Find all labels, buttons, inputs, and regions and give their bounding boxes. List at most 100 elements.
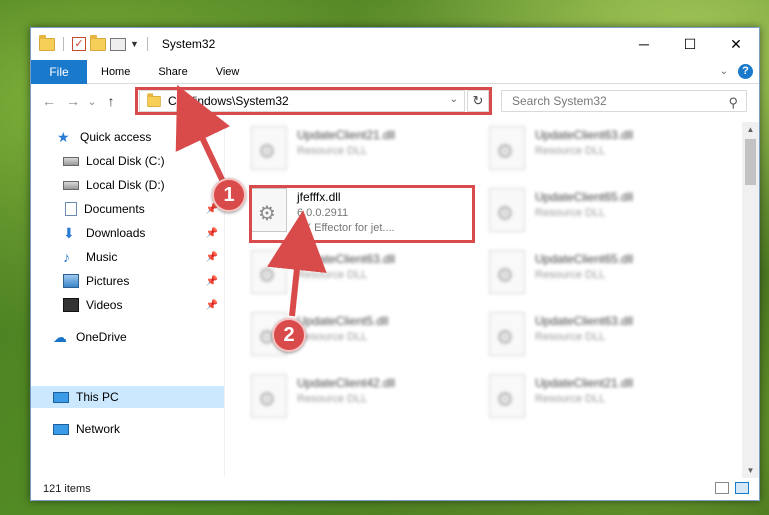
view-toggle — [715, 482, 749, 494]
step-2-badge: 2 — [272, 318, 306, 352]
file-item[interactable]: UpdateClient21.dll Resource DLL — [231, 122, 451, 178]
file-highlight-box — [249, 185, 475, 243]
pictures-icon — [63, 274, 79, 288]
sidebar-item-quick-access[interactable]: ★ Quick access — [31, 126, 224, 148]
file-name: UpdateClient42.dll — [297, 376, 396, 390]
file-name: UpdateClient21.dll — [297, 128, 396, 142]
dll-file-icon — [489, 188, 525, 232]
sidebar-item-onedrive[interactable]: ☁ OneDrive — [31, 326, 224, 348]
music-icon: ♪ — [63, 249, 70, 265]
title-bar: ✓ ▼ System32 ─ ☐ ✕ — [31, 28, 759, 60]
file-name: UpdateClient63.dll — [297, 252, 396, 266]
this-pc-icon — [53, 391, 69, 403]
file-name: UpdateClient5.dll — [297, 314, 389, 328]
close-button[interactable]: ✕ — [713, 28, 759, 60]
quick-access-toolbar: ✓ ▼ — [31, 34, 152, 51]
file-item[interactable]: UpdateClient63.dll Resource DLL — [469, 122, 689, 178]
scroll-up-icon[interactable]: ▲ — [742, 125, 759, 134]
back-button[interactable]: ← — [37, 93, 61, 109]
file-item[interactable]: UpdateClient42.dll Resource DLL — [231, 370, 451, 426]
sidebar-item-label: Pictures — [86, 274, 130, 288]
properties-check-icon[interactable]: ✓ — [72, 37, 86, 51]
network-icon — [53, 423, 69, 435]
sidebar-item-pictures[interactable]: Pictures 📌 — [31, 270, 224, 292]
tab-share[interactable]: Share — [144, 60, 201, 84]
minimize-button[interactable]: ─ — [621, 28, 667, 60]
sidebar-item-downloads[interactable]: ⬇ Downloads 📌 — [31, 222, 224, 244]
dll-file-icon — [251, 374, 287, 418]
sidebar-item-local-disk-d[interactable]: Local Disk (D:) — [31, 174, 224, 196]
file-type: Resource DLL — [535, 269, 606, 281]
file-item[interactable]: UpdateClient63.dll Resource DLL — [231, 246, 451, 302]
large-icons-view-icon[interactable] — [735, 482, 749, 494]
sidebar-item-label: Music — [86, 250, 118, 264]
downloads-icon: ⬇ — [63, 225, 75, 241]
scrollbar-thumb[interactable] — [745, 139, 756, 185]
file-type: Resource DLL — [297, 145, 368, 157]
search-input[interactable]: Search System32 ⚲ — [501, 90, 747, 112]
recent-locations-button[interactable]: ⌄ — [85, 95, 99, 108]
sidebar-item-label: Local Disk (C:) — [86, 154, 165, 168]
customize-icon[interactable] — [110, 37, 126, 51]
scroll-down-icon[interactable]: ▼ — [742, 466, 759, 475]
navigation-bar: ← → ⌄ ↑ C:\Windows\System32 ⌄ ↻ Search S… — [31, 84, 759, 118]
file-type: Resource DLL — [297, 393, 368, 405]
step-1-badge: 1 — [212, 178, 246, 212]
pin-icon: 📌 — [205, 275, 218, 287]
onedrive-icon: ☁ — [53, 329, 67, 345]
qat-dropdown-icon[interactable]: ▼ — [130, 39, 139, 49]
expand-ribbon-icon[interactable]: ⌄ — [720, 66, 728, 77]
file-item[interactable]: UpdateClient63.dll Resource DLL — [469, 308, 689, 364]
file-type: Resource DLL — [297, 331, 368, 343]
file-name: UpdateClient63.dll — [535, 128, 634, 142]
sidebar-item-label: Downloads — [86, 226, 146, 240]
file-type: Resource DLL — [535, 145, 606, 157]
pin-icon: 📌 — [205, 299, 218, 311]
sidebar-item-label: Local Disk (D:) — [86, 178, 165, 192]
dll-file-icon — [489, 126, 525, 170]
file-item[interactable]: UpdateClient65.dll Resource DLL — [469, 246, 689, 302]
file-list: UpdateClient21.dll Resource DLL jfefffx.… — [231, 122, 739, 478]
videos-icon — [63, 298, 79, 312]
maximize-button[interactable]: ☐ — [667, 28, 713, 60]
tab-home[interactable]: Home — [87, 60, 144, 84]
sidebar-item-label: Videos — [86, 298, 123, 312]
dll-file-icon — [489, 374, 525, 418]
navigation-pane: ★ Quick access Local Disk (C:) Local Dis… — [31, 122, 225, 477]
item-count: 121 items — [43, 483, 91, 495]
file-item[interactable]: UpdateClient5.dll Resource DLL — [231, 308, 451, 364]
window-controls: ─ ☐ ✕ — [621, 28, 759, 60]
sidebar-item-this-pc[interactable]: This PC — [31, 386, 224, 408]
help-icon[interactable]: ? — [738, 64, 753, 79]
forward-button[interactable]: → — [61, 93, 85, 109]
tab-view[interactable]: View — [202, 60, 254, 84]
window-title: System32 — [161, 37, 216, 51]
file-item[interactable]: UpdateClient65.dll Resource DLL — [469, 184, 689, 240]
file-type: Resource DLL — [535, 331, 606, 343]
pin-icon: 📌 — [205, 227, 218, 239]
sidebar-item-label: Quick access — [80, 130, 152, 144]
sidebar-item-local-disk-c[interactable]: Local Disk (C:) — [31, 150, 224, 172]
tab-file[interactable]: File — [31, 59, 87, 84]
file-type: Resource DLL — [535, 393, 606, 405]
ribbon-tabs: File Home Share View ⌄ ? — [31, 59, 759, 84]
sidebar-item-label: This PC — [76, 390, 119, 404]
sidebar-item-videos[interactable]: Videos 📌 — [31, 294, 224, 316]
drive-icon — [63, 156, 79, 166]
dll-file-icon — [251, 126, 287, 170]
sidebar-item-documents[interactable]: Documents 📌 — [31, 198, 224, 220]
search-icon[interactable]: ⚲ — [728, 93, 738, 113]
file-item[interactable]: UpdateClient21.dll Resource DLL — [469, 370, 689, 426]
up-button[interactable]: ↑ — [99, 93, 123, 109]
file-type: Resource DLL — [297, 269, 368, 281]
dll-file-icon — [251, 250, 287, 294]
separator — [146, 37, 148, 51]
folder-icon — [39, 34, 55, 51]
search-placeholder: Search System32 — [512, 94, 607, 108]
file-type: Resource DLL — [535, 207, 606, 219]
sidebar-item-music[interactable]: ♪ Music 📌 — [31, 246, 224, 268]
sidebar-item-network[interactable]: Network — [31, 418, 224, 440]
details-view-icon[interactable] — [715, 482, 729, 494]
new-folder-icon[interactable] — [90, 34, 106, 51]
vertical-scrollbar[interactable]: ▲ ▼ — [742, 122, 759, 478]
